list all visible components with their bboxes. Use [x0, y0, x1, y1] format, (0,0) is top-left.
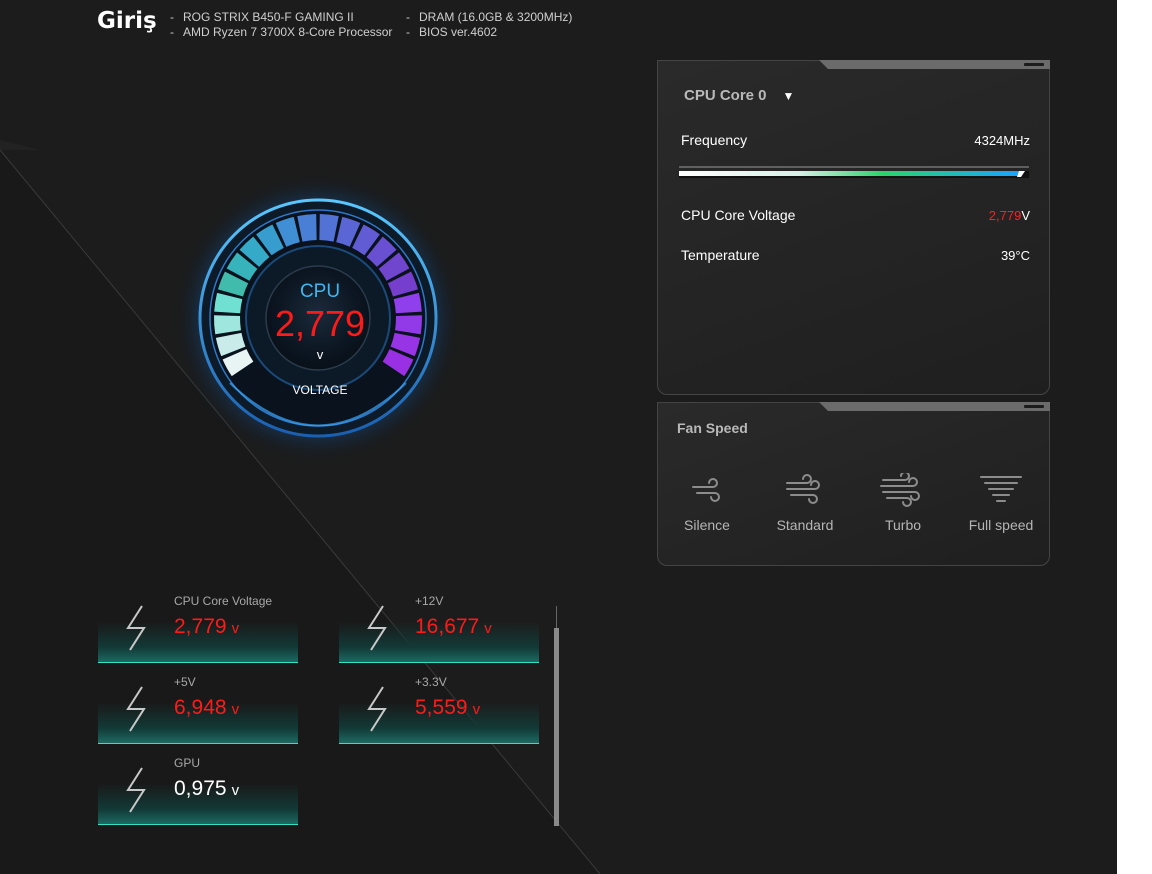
fan-speed-panel: Fan Speed Silence Standard Turbo Full sp…: [657, 402, 1050, 566]
voltage-value: 6,948 v: [174, 696, 240, 719]
voltage-tile-gpu: GPU 0,975 v: [98, 756, 298, 825]
lightning-bolt-icon: [126, 686, 146, 732]
voltage-label: CPU Core Voltage: [174, 594, 273, 608]
frequency-value: 4324MHz: [974, 133, 1030, 148]
voltage-tile-5v: +5V 6,948 v: [98, 675, 298, 744]
core-voltage-value: 2,779V: [988, 208, 1030, 223]
voltage-tile-cpu-core: CPU Core Voltage 2,779 v: [98, 594, 298, 663]
core-dropdown[interactable]: CPU Core 0 ▼: [684, 87, 794, 104]
fan-mode-full-speed[interactable]: Full speed: [952, 473, 1050, 533]
voltage-label: +5V: [174, 675, 196, 689]
voltage-value: 0,975 v: [174, 777, 240, 800]
wind-strong-icon: [880, 473, 920, 507]
voltage-label: +3.3V: [415, 675, 447, 689]
voltage-gauge: CPU 2,779 v VOLTAGE: [170, 168, 470, 468]
temperature-value: 39°C: [1000, 248, 1030, 263]
panel-tab-decoration: [819, 60, 1050, 69]
voltage-value: 2,779 v: [174, 615, 240, 638]
lightning-bolt-icon: [367, 686, 387, 732]
caret-down-icon: ▼: [782, 89, 795, 103]
panel-tab-decoration: [819, 402, 1050, 411]
cpu-info-panel: CPU Core 0 ▼ Frequency 4324MHz CPU Core V…: [657, 60, 1050, 395]
spec-dram: - DRAM (16.0GB & 3200MHz): [406, 10, 573, 24]
fan-speed-title: Fan Speed: [677, 420, 748, 436]
core-voltage-label: CPU Core Voltage: [681, 207, 796, 223]
voltage-label: +12V: [415, 594, 444, 608]
wind-medium-icon: [786, 474, 820, 504]
spec-cpu: - AMD Ryzen 7 3700X 8-Core Processor: [170, 25, 393, 39]
fan-mode-standard[interactable]: Standard: [756, 473, 854, 533]
fan-mode-silence[interactable]: Silence: [658, 473, 756, 533]
temperature-label: Temperature: [681, 247, 760, 263]
wind-light-icon: [692, 478, 720, 502]
scrollbar-thumb[interactable]: [554, 628, 559, 826]
tornado-icon: [980, 476, 1022, 502]
lightning-bolt-icon: [126, 605, 146, 651]
voltage-tile-12v: +12V 16,677 v: [339, 594, 539, 663]
voltage-value: 16,677 v: [415, 615, 492, 638]
gauge-label: CPU: [299, 281, 341, 302]
lightning-bolt-icon: [126, 767, 146, 813]
app-window: Giriş - ROG STRIX B450-F GAMING II - AMD R…: [0, 0, 1117, 874]
voltage-value: 5,559 v: [415, 696, 481, 719]
voltage-tile-3v3: +3.3V 5,559 v: [339, 675, 539, 744]
gauge-caption: VOLTAGE: [292, 383, 348, 397]
lightning-bolt-icon: [367, 605, 387, 651]
spec-bios: - BIOS ver.4602: [406, 25, 498, 39]
page-title: Giriş: [97, 8, 157, 34]
fan-mode-turbo[interactable]: Turbo: [854, 473, 952, 533]
frequency-bar: [679, 166, 1029, 178]
gauge-value: 2,779: [274, 303, 366, 344]
frequency-label: Frequency: [681, 132, 748, 148]
gauge-unit: v: [316, 347, 324, 362]
spec-motherboard: - ROG STRIX B450-F GAMING II: [170, 10, 354, 24]
voltage-label: GPU: [174, 756, 201, 770]
